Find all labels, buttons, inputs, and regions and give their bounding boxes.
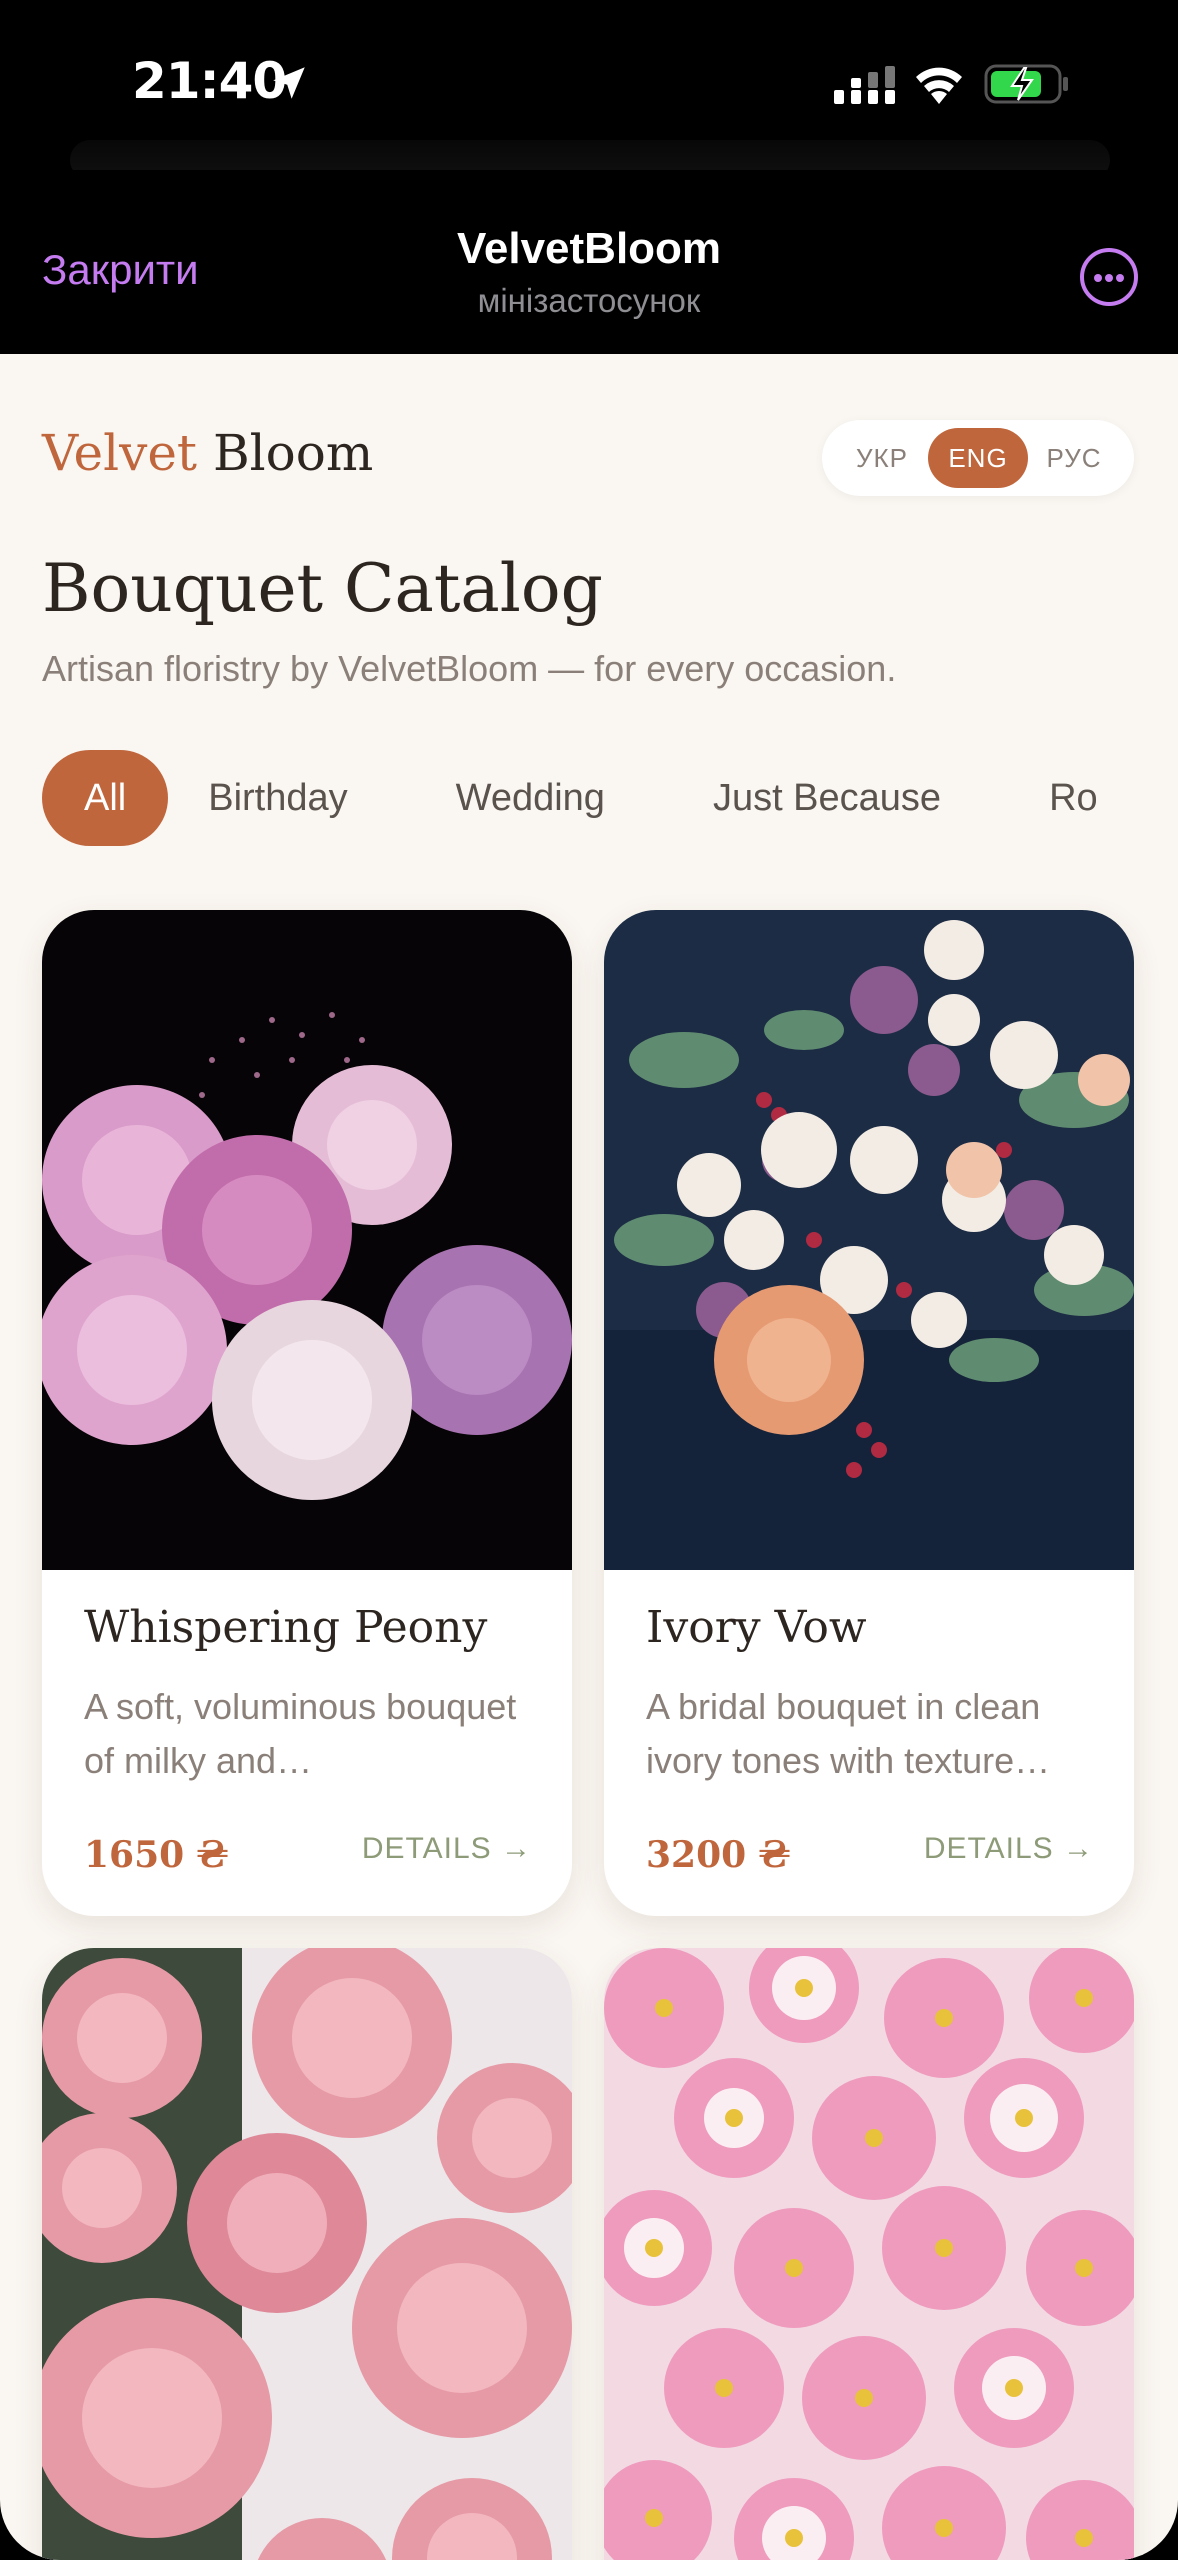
catalog-page: Velvet Bloom УКР ENG РУС Bouquet Catalog…: [0, 354, 1178, 2560]
product-price: 3200 ₴: [646, 1834, 791, 1876]
lang-rus-button[interactable]: РУС: [1024, 428, 1124, 488]
miniapp-title: VelvetBloom: [456, 224, 722, 273]
category-chip-birthday[interactable]: Birthday: [168, 750, 387, 846]
language-switcher: УКР ENG РУС: [822, 420, 1134, 496]
category-chip-ro[interactable]: Ro: [1009, 750, 1138, 846]
wifi-icon: [916, 67, 962, 104]
lang-ukr-button[interactable]: УКР: [832, 428, 932, 488]
product-name: Ivory Vow: [646, 1602, 867, 1653]
miniapp-header: Закрити VelvetBloom мінізастосунок: [0, 170, 1178, 354]
page-title: Bouquet Catalog: [42, 550, 603, 627]
lang-eng-button[interactable]: ENG: [928, 428, 1028, 488]
product-card[interactable]: Whispering Peony A soft, voluminous bouq…: [42, 910, 572, 1916]
product-image: [42, 1948, 572, 2560]
product-description: A bridal bouquet in clean ivory tones wi…: [646, 1686, 1051, 1781]
brand-logo-part1: Velvet: [42, 424, 198, 482]
details-link[interactable]: DETAILS →: [362, 1832, 532, 1866]
product-image: [604, 910, 1134, 1570]
location-arrow-icon: [273, 67, 305, 99]
product-card[interactable]: Ivory Vow A bridal bouquet in clean ivor…: [604, 910, 1134, 1916]
status-time: 21:40: [132, 52, 287, 110]
miniapp-subtitle: мінізастосунок: [477, 282, 701, 319]
status-bar: 21:40: [0, 0, 1178, 180]
product-card[interactable]: [42, 1948, 572, 2560]
product-image: [604, 1948, 1134, 2560]
page-subtitle: Artisan floristry by VelvetBloom — for e…: [42, 648, 897, 689]
cellular-signal-icon: [834, 66, 895, 104]
category-chip-just-because[interactable]: Just Because: [673, 750, 981, 846]
category-chip-all[interactable]: All: [42, 750, 169, 846]
product-name: Whispering Peony: [84, 1602, 488, 1653]
category-chip-wedding[interactable]: Wedding: [416, 750, 645, 846]
product-card[interactable]: [604, 1948, 1134, 2560]
category-filter: All Birthday Wedding Just Because Ro: [42, 750, 1178, 846]
product-image: [42, 910, 572, 1570]
product-description: A soft, voluminous bouquet of milky and…: [84, 1686, 517, 1781]
product-price: 1650 ₴: [84, 1834, 229, 1876]
brand-logo[interactable]: Velvet Bloom: [42, 424, 373, 482]
brand-logo-part2: Bloom: [212, 424, 374, 482]
details-link[interactable]: DETAILS →: [924, 1832, 1094, 1866]
battery-charging-icon: [984, 64, 1068, 104]
more-options-icon[interactable]: [1080, 248, 1138, 306]
